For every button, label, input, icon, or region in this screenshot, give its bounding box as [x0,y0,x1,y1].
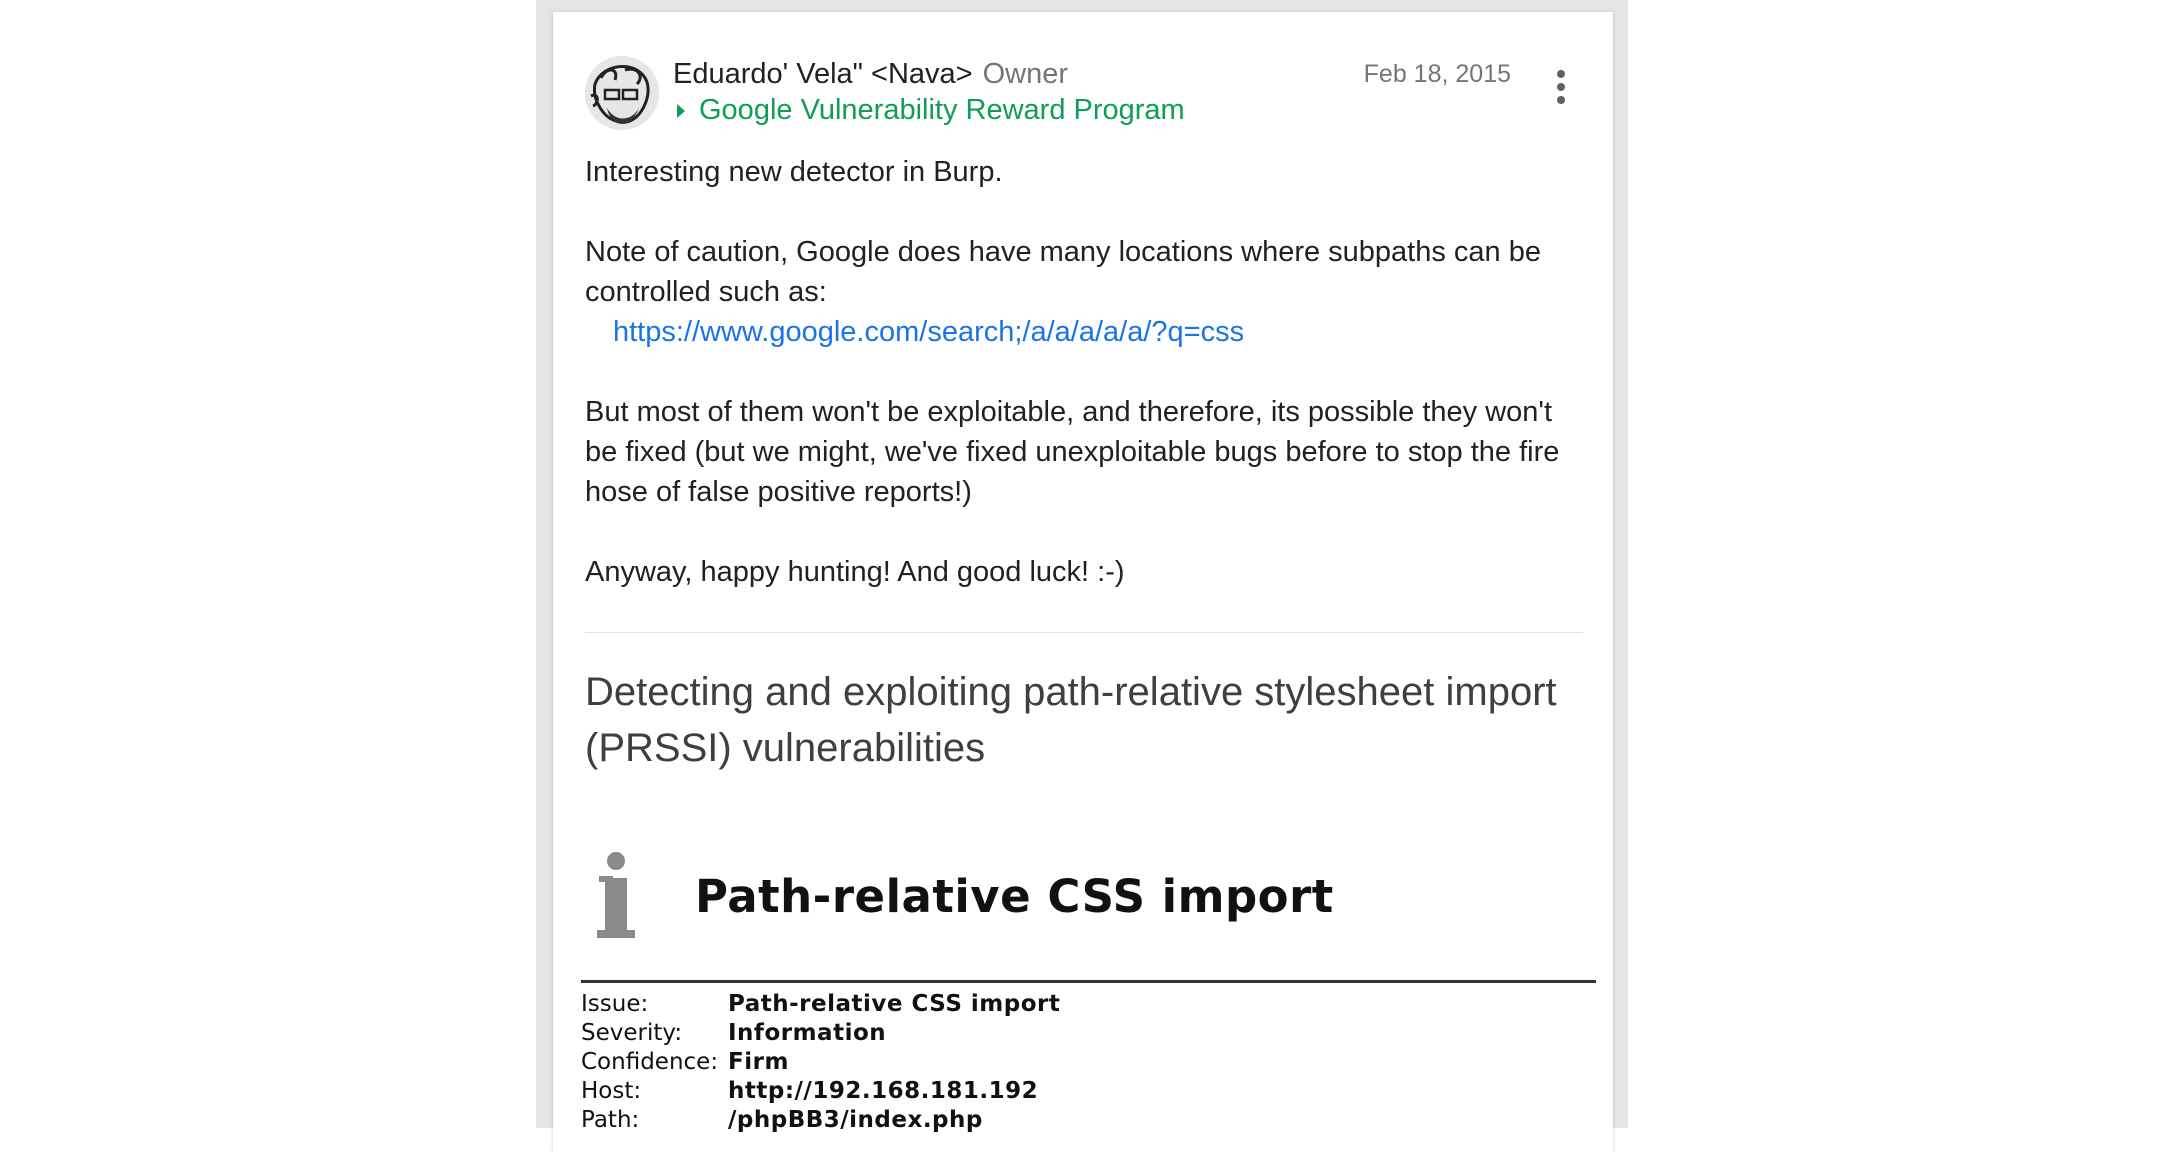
burp-row-label: Host: [581,1078,642,1104]
caret-right-icon [677,103,685,118]
burp-row-value: Firm [728,1049,789,1075]
body-paragraph-with-link: Note of caution, Google does have many l… [585,232,1585,352]
burp-row-value: http://192.168.181.192 [728,1078,1039,1104]
avatar[interactable] [585,56,659,130]
author-line: Eduardo' Vela" <Nava> Owner [673,58,1068,91]
example-link[interactable]: https://www.google.com/search;/a/a/a/a/a… [613,312,1585,352]
burp-row: Path: /phpBB3/index.php [581,1106,1060,1135]
burp-row-label: Issue: [581,991,649,1017]
post-body: Interesting new detector in Burp. Note o… [585,152,1585,632]
burp-row-value: /phpBB3/index.php [728,1107,983,1133]
burp-row: Issue: Path-relative CSS import [581,990,1060,1019]
burp-row-value: Path-relative CSS import [728,991,1061,1017]
body-paragraph: But most of them won't be exploitable, a… [585,396,1560,508]
author-name[interactable]: Eduardo' Vela" <Nava> [673,58,973,90]
burp-row-label: Severity: [581,1020,683,1046]
post-card: Eduardo' Vela" <Nava> Owner Google Vulner… [553,12,1613,1152]
burp-issue-title: Path-relative CSS import [695,870,1334,923]
more-options-icon[interactable] [1551,70,1571,110]
body-paragraph-text: Note of caution, Google does have many l… [585,236,1541,308]
divider [585,632,1583,633]
burp-row-label: Confidence: [581,1049,719,1075]
link-preview-title[interactable]: Detecting and exploiting path-relative s… [585,664,1595,776]
burp-divider [581,980,1596,983]
body-paragraph: Interesting new detector in Burp. [585,156,1003,188]
group-line[interactable]: Google Vulnerability Reward Program [673,94,1185,127]
burp-row-label: Path: [581,1107,640,1133]
author-role: Owner [982,58,1069,90]
burp-row: Severity: Information [581,1019,1060,1048]
burp-row: Confidence: Firm [581,1048,1060,1077]
burp-row: Host: http://192.168.181.192 [581,1077,1060,1106]
burp-row-value: Information [728,1020,887,1046]
avatar-sketch-icon [585,56,659,130]
body-paragraph: Anyway, happy hunting! And good luck! :-… [585,556,1125,588]
burp-issue-image: Path-relative CSS import Issue: Path-rel… [581,842,1596,1152]
post-header: Eduardo' Vela" <Nava> Owner Google Vulner… [585,42,1581,132]
group-name[interactable]: Google Vulnerability Reward Program [699,94,1185,127]
post-date: Feb 18, 2015 [1363,60,1511,88]
burp-issue-table: Issue: Path-relative CSS import Severity… [581,990,1060,1135]
info-icon [595,852,635,942]
